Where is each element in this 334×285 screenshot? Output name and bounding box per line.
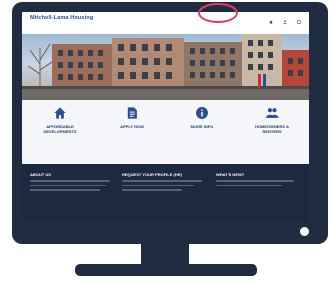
action-label: MORE INFO — [190, 124, 214, 129]
footer-heading: REQUEST YOUR PROFILE (HR) — [122, 172, 182, 177]
nav-item-home[interactable] — [269, 20, 275, 24]
footer-column-about: ABOUT US — [30, 172, 116, 191]
footer-text-line — [122, 189, 182, 191]
home-icon — [269, 20, 273, 24]
footer-column-request-profile: REQUEST YOUR PROFILE (HR) — [122, 172, 208, 191]
footer-heading: WHAT'S NEW? — [216, 172, 245, 177]
footer-text-line — [122, 180, 202, 182]
monitor-stand-base — [75, 264, 257, 276]
action-more-info[interactable]: MORE INFO — [170, 106, 234, 131]
street-buildings-illustration — [22, 34, 309, 100]
quick-actions: AFFORDABLE DEVELOPMENTS APPLY NOW MORE I… — [22, 100, 309, 164]
info-icon — [196, 107, 208, 119]
action-affordable-developments[interactable]: AFFORDABLE DEVELOPMENTS — [28, 106, 92, 136]
help-icon — [297, 20, 301, 24]
site-footer: ABOUT US REQUEST YOUR PROFILE (HR) WHAT'… — [22, 164, 309, 222]
highlight-circle-annotation — [198, 3, 238, 23]
footer-column-whats-new: WHAT'S NEW? — [216, 172, 302, 187]
footer-text-line — [30, 180, 110, 182]
footer-text-line — [122, 184, 194, 187]
hero-photo-buildings — [22, 34, 309, 100]
footer-text-line — [216, 180, 294, 182]
footer-text-line — [30, 184, 106, 187]
document-icon — [127, 107, 137, 119]
footer-text-line — [30, 189, 100, 191]
site-header: Mitchell-Lama Housing — [22, 12, 309, 35]
action-label: APPLY NOW — [120, 124, 144, 129]
people-icon — [266, 108, 279, 118]
action-label: HOMEOWNERS & RENTERS — [255, 124, 289, 134]
computer-monitor: Mitchell-Lama Housing AFFORDABLE DEVELOP… — [0, 0, 334, 285]
footer-text-line — [216, 184, 282, 187]
action-label: AFFORDABLE DEVELOPMENTS — [43, 124, 77, 134]
footer-heading: ABOUT US — [30, 172, 51, 177]
monitor-stand-neck — [141, 244, 189, 266]
website-screen: Mitchell-Lama Housing AFFORDABLE DEVELOP… — [22, 12, 309, 222]
nav-item-help[interactable] — [297, 20, 303, 24]
home-icon — [54, 107, 66, 119]
nav-item-account[interactable] — [283, 20, 289, 24]
top-nav — [261, 20, 303, 24]
power-indicator — [300, 227, 309, 236]
site-title[interactable]: Mitchell-Lama Housing — [30, 15, 93, 21]
action-homeowners-renters[interactable]: HOMEOWNERS & RENTERS — [240, 106, 304, 136]
user-icon — [283, 20, 287, 24]
action-apply-now[interactable]: APPLY NOW — [100, 106, 164, 131]
